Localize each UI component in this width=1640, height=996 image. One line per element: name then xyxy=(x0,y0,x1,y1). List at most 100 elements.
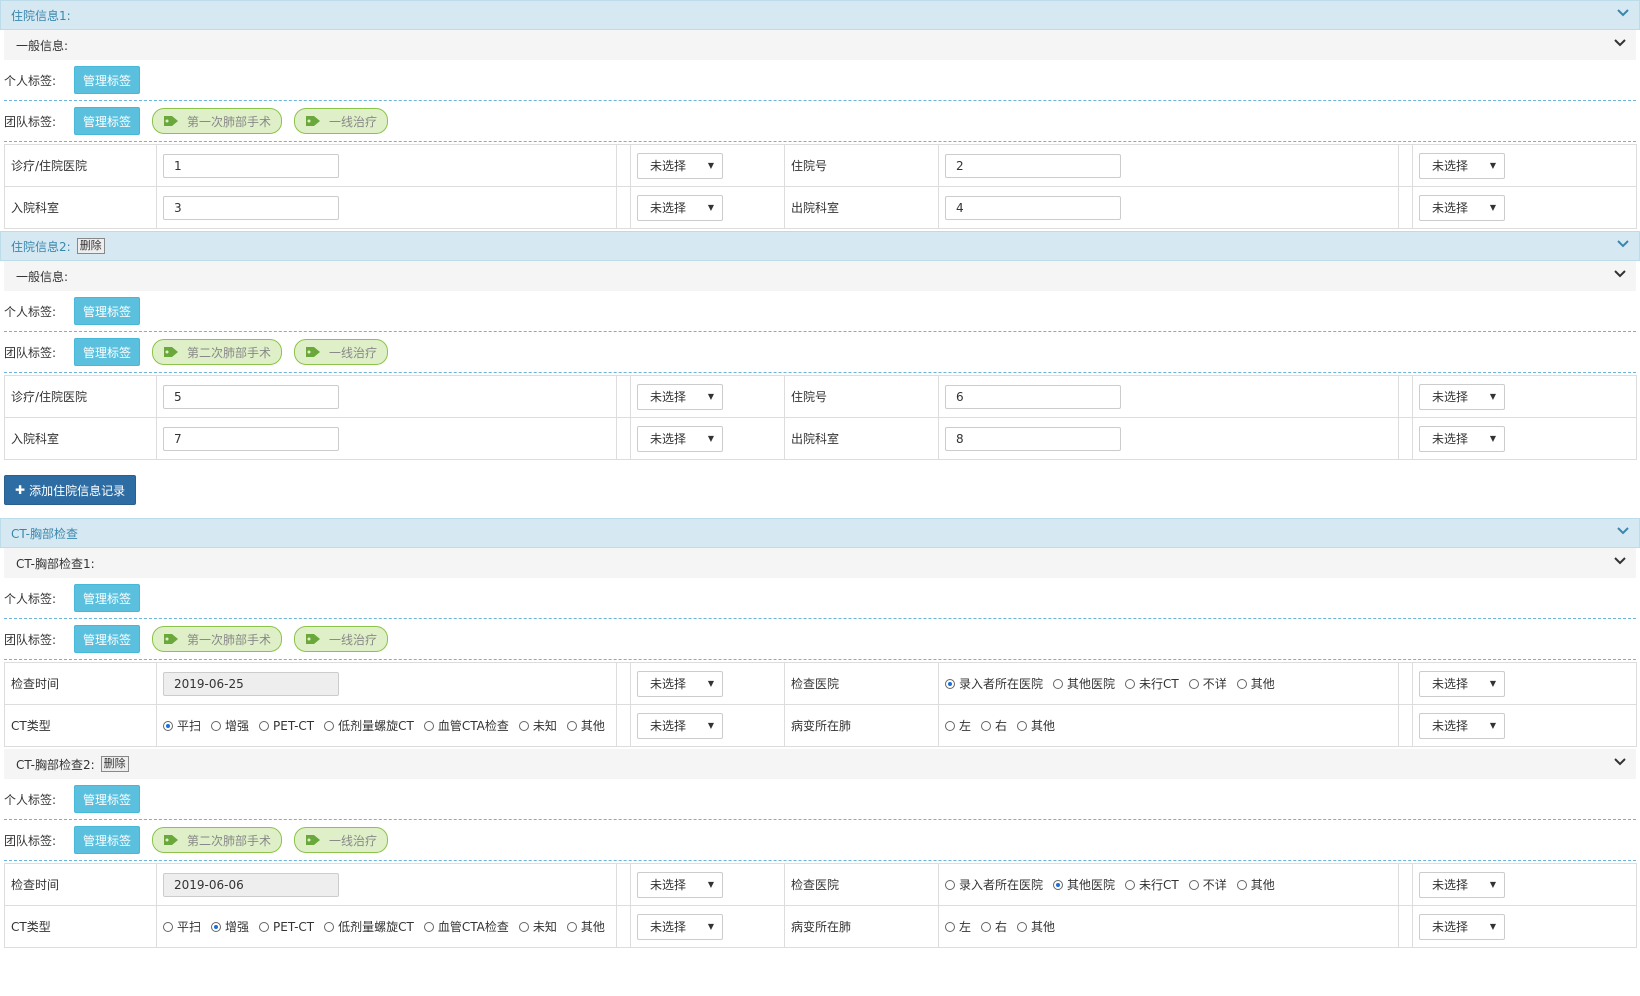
radio-option[interactable]: 左 xyxy=(945,918,971,935)
radio-circle[interactable] xyxy=(259,921,270,932)
manage-tag-button[interactable]: 管理标签 xyxy=(74,66,140,94)
subsection-header[interactable]: CT-胸部检查2: 删除 xyxy=(4,749,1636,779)
radio-circle[interactable] xyxy=(1017,720,1028,731)
manage-tag-button[interactable]: 管理标签 xyxy=(74,107,140,135)
radio-option[interactable]: PET-CT xyxy=(259,920,314,934)
manage-tag-button[interactable]: 管理标签 xyxy=(74,826,140,854)
chevron-down-icon[interactable] xyxy=(1617,238,1629,250)
radio-circle[interactable] xyxy=(1125,879,1136,890)
chevron-down-icon[interactable] xyxy=(1614,555,1626,567)
tag-chip[interactable]: 第二次肺部手术 xyxy=(152,339,283,365)
radio-circle[interactable] xyxy=(163,921,173,932)
radio-circle[interactable] xyxy=(518,720,529,731)
radio-circle[interactable] xyxy=(423,720,434,731)
status-select[interactable]: 未选择 ▼ xyxy=(637,152,723,179)
manage-tag-button[interactable]: 管理标签 xyxy=(74,584,140,612)
radio-circle[interactable] xyxy=(1053,678,1064,689)
tag-chip[interactable]: 第一次肺部手术 xyxy=(152,626,283,652)
radio-circle[interactable] xyxy=(945,921,955,932)
status-select[interactable]: 未选择 ▼ xyxy=(637,913,723,940)
manage-tag-button[interactable]: 管理标签 xyxy=(74,625,140,653)
radio-circle[interactable] xyxy=(423,921,434,932)
radio-circle[interactable] xyxy=(211,720,222,731)
tag-chip[interactable]: 一线治疗 xyxy=(294,108,389,134)
subsection-header[interactable]: CT-胸部检查1: xyxy=(4,548,1636,578)
radio-option[interactable]: 增强 xyxy=(211,717,249,734)
status-select[interactable]: 未选择 ▼ xyxy=(1419,383,1505,410)
radio-circle[interactable] xyxy=(1188,678,1199,689)
delete-button[interactable]: 删除 xyxy=(100,756,129,772)
chevron-down-icon[interactable] xyxy=(1614,268,1626,280)
radio-option[interactable]: 低剂量螺旋CT xyxy=(324,918,414,935)
radio-option[interactable]: 左 xyxy=(945,717,971,734)
radio-option[interactable]: 低剂量螺旋CT xyxy=(324,717,414,734)
radio-circle[interactable] xyxy=(1236,678,1247,689)
tag-chip[interactable]: 第一次肺部手术 xyxy=(152,108,283,134)
status-select[interactable]: 未选择 ▼ xyxy=(1419,152,1505,179)
radio-option[interactable]: 其他 xyxy=(1017,717,1055,734)
exam-date-input[interactable]: 2019-06-06 xyxy=(163,872,339,897)
radio-circle[interactable] xyxy=(324,921,335,932)
manage-tag-button[interactable]: 管理标签 xyxy=(74,297,140,325)
radio-circle[interactable] xyxy=(1017,921,1028,932)
radio-circle[interactable] xyxy=(1125,678,1136,689)
admit-dept-input[interactable]: 7 xyxy=(163,426,339,451)
manage-tag-button[interactable]: 管理标签 xyxy=(74,785,140,813)
radio-circle[interactable] xyxy=(211,921,222,932)
section-header-hosp1[interactable]: 住院信息1: xyxy=(0,0,1640,30)
discharge-dept-input[interactable]: 4 xyxy=(945,195,1121,220)
radio-option[interactable]: 其他医院 xyxy=(1053,675,1115,692)
chevron-down-icon[interactable] xyxy=(1617,7,1629,19)
status-select[interactable]: 未选择 ▼ xyxy=(637,871,723,898)
status-select[interactable]: 未选择 ▼ xyxy=(1419,913,1505,940)
status-select[interactable]: 未选择 ▼ xyxy=(637,670,723,697)
chevron-down-icon[interactable] xyxy=(1614,756,1626,768)
status-select[interactable]: 未选择 ▼ xyxy=(1419,194,1505,221)
hospital-input[interactable]: 5 xyxy=(163,384,339,409)
radio-circle[interactable] xyxy=(1236,879,1247,890)
radio-option[interactable]: 其他 xyxy=(1236,876,1275,893)
exam-date-input[interactable]: 2019-06-25 xyxy=(163,671,339,696)
status-select[interactable]: 未选择 ▼ xyxy=(637,425,723,452)
admit-dept-input[interactable]: 3 xyxy=(163,195,339,220)
radio-circle[interactable] xyxy=(566,720,577,731)
subsection-header[interactable]: 一般信息: xyxy=(4,261,1636,291)
subsection-header[interactable]: 一般信息: xyxy=(4,30,1636,60)
delete-button[interactable]: 删除 xyxy=(76,238,105,254)
status-select[interactable]: 未选择 ▼ xyxy=(1419,425,1505,452)
chevron-down-icon[interactable] xyxy=(1614,37,1626,49)
radio-option[interactable]: 未知 xyxy=(518,717,557,734)
status-select[interactable]: 未选择 ▼ xyxy=(1419,670,1505,697)
radio-option[interactable]: 平扫 xyxy=(163,918,201,935)
radio-option[interactable]: 其他 xyxy=(566,918,605,935)
status-select[interactable]: 未选择 ▼ xyxy=(1419,712,1505,739)
status-select[interactable]: 未选择 ▼ xyxy=(1419,871,1505,898)
tag-chip[interactable]: 一线治疗 xyxy=(294,827,389,853)
radio-option[interactable]: 血管CTA检查 xyxy=(423,717,509,734)
radio-circle[interactable] xyxy=(945,678,955,689)
manage-tag-button[interactable]: 管理标签 xyxy=(74,338,140,366)
radio-option[interactable]: 未行CT xyxy=(1125,675,1179,692)
status-select[interactable]: 未选择 ▼ xyxy=(637,383,723,410)
discharge-dept-input[interactable]: 8 xyxy=(945,426,1121,451)
radio-option[interactable]: 录入者所在医院 xyxy=(945,675,1043,692)
section-header-hosp2[interactable]: 住院信息2: 删除 xyxy=(0,231,1640,261)
radio-circle[interactable] xyxy=(981,720,992,731)
admission-no-input[interactable]: 2 xyxy=(945,153,1121,178)
radio-circle[interactable] xyxy=(566,921,577,932)
radio-circle[interactable] xyxy=(1053,879,1064,890)
radio-option[interactable]: 其他 xyxy=(566,717,605,734)
add-record-button[interactable]: ✚ 添加住院信息记录 xyxy=(4,475,137,505)
radio-option[interactable]: 录入者所在医院 xyxy=(945,876,1043,893)
radio-option[interactable]: 不详 xyxy=(1188,675,1227,692)
radio-option[interactable]: 增强 xyxy=(211,918,249,935)
section-header-ct[interactable]: CT-胸部检查 xyxy=(0,518,1640,548)
radio-option[interactable]: 血管CTA检查 xyxy=(423,918,509,935)
status-select[interactable]: 未选择 ▼ xyxy=(637,712,723,739)
radio-circle[interactable] xyxy=(324,720,335,731)
radio-option[interactable]: 其他医院 xyxy=(1053,876,1115,893)
tag-chip[interactable]: 一线治疗 xyxy=(294,339,389,365)
radio-circle[interactable] xyxy=(163,720,173,731)
radio-option[interactable]: 未行CT xyxy=(1125,876,1179,893)
radio-option[interactable]: 不详 xyxy=(1188,876,1227,893)
